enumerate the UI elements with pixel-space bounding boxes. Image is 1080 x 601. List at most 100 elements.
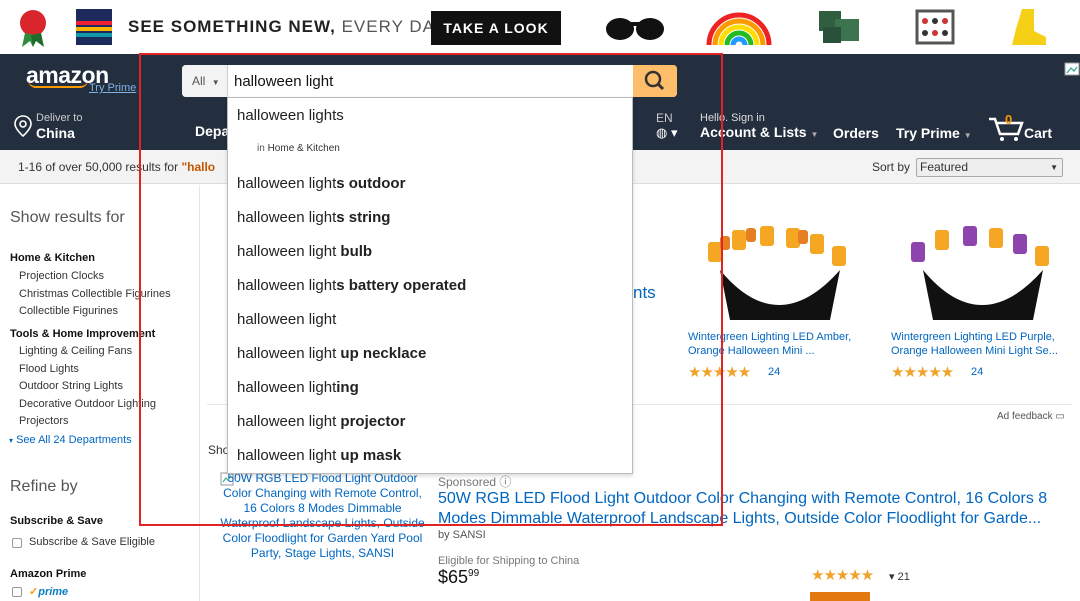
- sponsored-label: Sponsored ⓘ: [438, 475, 512, 489]
- suggestion-completion: ing: [336, 379, 359, 396]
- suggestion-typed: halloween light: [237, 379, 337, 396]
- account-label: Account & Lists ▼: [700, 124, 818, 140]
- sort-by-value: Featured: [920, 160, 969, 174]
- page: SEE SOMETHING NEW, EVERY DAY. TAKE A LOO…: [0, 0, 1080, 601]
- suggestion-item[interactable]: halloween lights outdoor: [237, 170, 627, 198]
- sidebar: Show results for Home & Kitchen Projecti…: [0, 185, 200, 601]
- cart-count: 0: [1005, 112, 1013, 127]
- star-rating[interactable]: ★★★★★: [811, 566, 874, 584]
- sidebar-link[interactable]: Collectible Figurines: [19, 305, 118, 317]
- sidebar-link[interactable]: Projectors: [19, 415, 69, 427]
- refine-by-heading: Refine by: [10, 478, 78, 495]
- suggestion-item[interactable]: halloween light up necklace: [237, 340, 627, 368]
- sponsored-product-title[interactable]: 50W RGB LED Flood Light Outdoor Color Ch…: [438, 489, 1063, 529]
- prime-checkbox[interactable]: [12, 587, 22, 597]
- sunglasses-thumb: [606, 18, 664, 40]
- results-count: 1-16 of over 50,000 results for "hallo: [18, 160, 215, 174]
- pillows-thumb: [819, 11, 859, 43]
- suggestion-item[interactable]: halloween lights: [237, 102, 627, 130]
- brand-label: by SANSI: [438, 529, 486, 541]
- chevron-down-icon: ▼: [1050, 163, 1058, 172]
- product-image-purple-lights[interactable]: [903, 220, 1058, 324]
- star-rating[interactable]: ★★★★★: [891, 363, 954, 381]
- review-count[interactable]: 24: [768, 366, 780, 378]
- sidebar-link[interactable]: Decorative Outdoor Lighting: [19, 398, 156, 410]
- try-prime-menu[interactable]: Try Prime ▼: [896, 125, 972, 141]
- suggestion-item[interactable]: halloween light bulb: [237, 238, 627, 266]
- sidebar-link[interactable]: Projection Clocks: [19, 270, 104, 282]
- suggestion-item[interactable]: halloween lighting: [237, 374, 627, 402]
- cart-label: Cart: [1024, 125, 1053, 141]
- sidebar-cat-home-kitchen[interactable]: Home & Kitchen: [10, 252, 95, 264]
- rainbow-thumb: [706, 12, 772, 46]
- suggestion-typed: halloween light: [237, 413, 337, 430]
- review-count[interactable]: ▾ 21: [889, 570, 910, 583]
- sort-by-label: Sort by: [872, 160, 911, 174]
- product-image-alt[interactable]: 50W RGB LED Flood Light Outdoor Color Ch…: [220, 471, 425, 561]
- product-title[interactable]: Wintergreen Lighting LED Amber, Orange H…: [688, 330, 868, 358]
- location-pin-icon: [14, 115, 32, 137]
- ad-feedback-link[interactable]: Ad feedback ▭: [997, 411, 1065, 422]
- badge: [810, 592, 870, 601]
- promo-text-bold: SEE SOMETHING NEW,: [128, 17, 336, 36]
- broken-image-icon: [1064, 62, 1080, 76]
- search-icon: [644, 70, 665, 91]
- suggestion-typed: halloween light: [237, 107, 337, 124]
- sidebar-link[interactable]: Outdoor String Lights: [19, 380, 123, 392]
- language-selector[interactable]: EN ◍ ▾: [656, 111, 677, 141]
- account-lists[interactable]: Hello. Sign in Account & Lists ▼: [700, 112, 818, 140]
- product-title[interactable]: Wintergreen Lighting LED Purple, Orange …: [891, 330, 1071, 358]
- ad-feedback-label: Ad feedback: [997, 411, 1053, 422]
- suggestion-item[interactable]: halloween lights string: [237, 204, 627, 232]
- see-all-label: See All 24 Departments: [16, 434, 132, 446]
- suggestion-item[interactable]: halloween light projector: [237, 408, 627, 436]
- suggestion-typed: halloween light: [237, 345, 337, 362]
- suggestion-item[interactable]: halloween light: [237, 306, 627, 334]
- star-rating[interactable]: ★★★★★: [688, 363, 751, 381]
- subscribe-save-label[interactable]: Subscribe & Save Eligible: [29, 536, 155, 548]
- search-scope-dropdown[interactable]: All ▼: [182, 65, 228, 97]
- chevron-down-icon: ▼: [810, 130, 819, 139]
- try-prime-link[interactable]: Try Prime: [89, 82, 136, 94]
- suggestion-department-name: Home & Kitchen: [267, 143, 340, 154]
- suggestion-typed: halloween light: [237, 175, 337, 192]
- sidebar-link[interactable]: Lighting & Ceiling Fans: [19, 345, 132, 357]
- search-scope-label: All: [192, 74, 206, 88]
- take-a-look-button[interactable]: TAKE A LOOK: [431, 11, 561, 45]
- suggestion-typed: halloween light: [237, 209, 337, 226]
- suggestion-item[interactable]: halloween light up mask: [237, 442, 627, 470]
- sidebar-cat-tools[interactable]: Tools & Home Improvement: [10, 328, 155, 340]
- logo-smile: [28, 80, 88, 88]
- departments-menu[interactable]: Depa: [195, 123, 229, 139]
- prime-logo: ✓prime: [29, 585, 68, 598]
- sidebar-link[interactable]: Flood Lights: [19, 363, 79, 375]
- amazon-prime-heading: Amazon Prime: [10, 568, 87, 580]
- suggestion-typed: halloween light: [237, 311, 337, 328]
- search-button[interactable]: [633, 65, 677, 97]
- product-image-orange-lights[interactable]: [700, 220, 855, 324]
- see-all-departments-link[interactable]: ▾ See All 24 Departments: [9, 434, 132, 446]
- suggestion-item[interactable]: halloween lights battery operated: [237, 272, 627, 300]
- sidebar-link[interactable]: Christmas Collectible Figurines: [19, 288, 171, 300]
- account-greeting: Hello. Sign in: [700, 112, 765, 124]
- subscribe-save-checkbox[interactable]: [12, 538, 22, 548]
- suggestion-completion: projector: [336, 413, 406, 430]
- suggestion-completion: up mask: [336, 447, 402, 464]
- suggestion-department[interactable]: in Home & Kitchen: [257, 143, 340, 154]
- show-results-heading: Show results for: [10, 209, 125, 226]
- boot-thumb: [1012, 9, 1046, 45]
- price: $6599: [438, 567, 479, 588]
- orders-link[interactable]: Orders: [833, 125, 879, 141]
- language-code: EN: [656, 111, 673, 125]
- search-input[interactable]: [228, 65, 633, 97]
- ribbon-thumb: [20, 10, 46, 47]
- suggestion-typed: halloween light: [237, 243, 337, 260]
- connect-four-thumb: [915, 9, 955, 45]
- review-count[interactable]: 24: [971, 366, 983, 378]
- subscribe-save-heading: Subscribe & Save: [10, 515, 103, 527]
- results-count-text: 1-16 of over 50,000 results for: [18, 160, 182, 174]
- check-icon: ✓: [29, 586, 39, 598]
- promo-banner[interactable]: SEE SOMETHING NEW, EVERY DAY. TAKE A LOO…: [0, 0, 1080, 54]
- sort-by-select[interactable]: Featured ▼: [916, 158, 1063, 177]
- sweater-thumb: [76, 9, 112, 45]
